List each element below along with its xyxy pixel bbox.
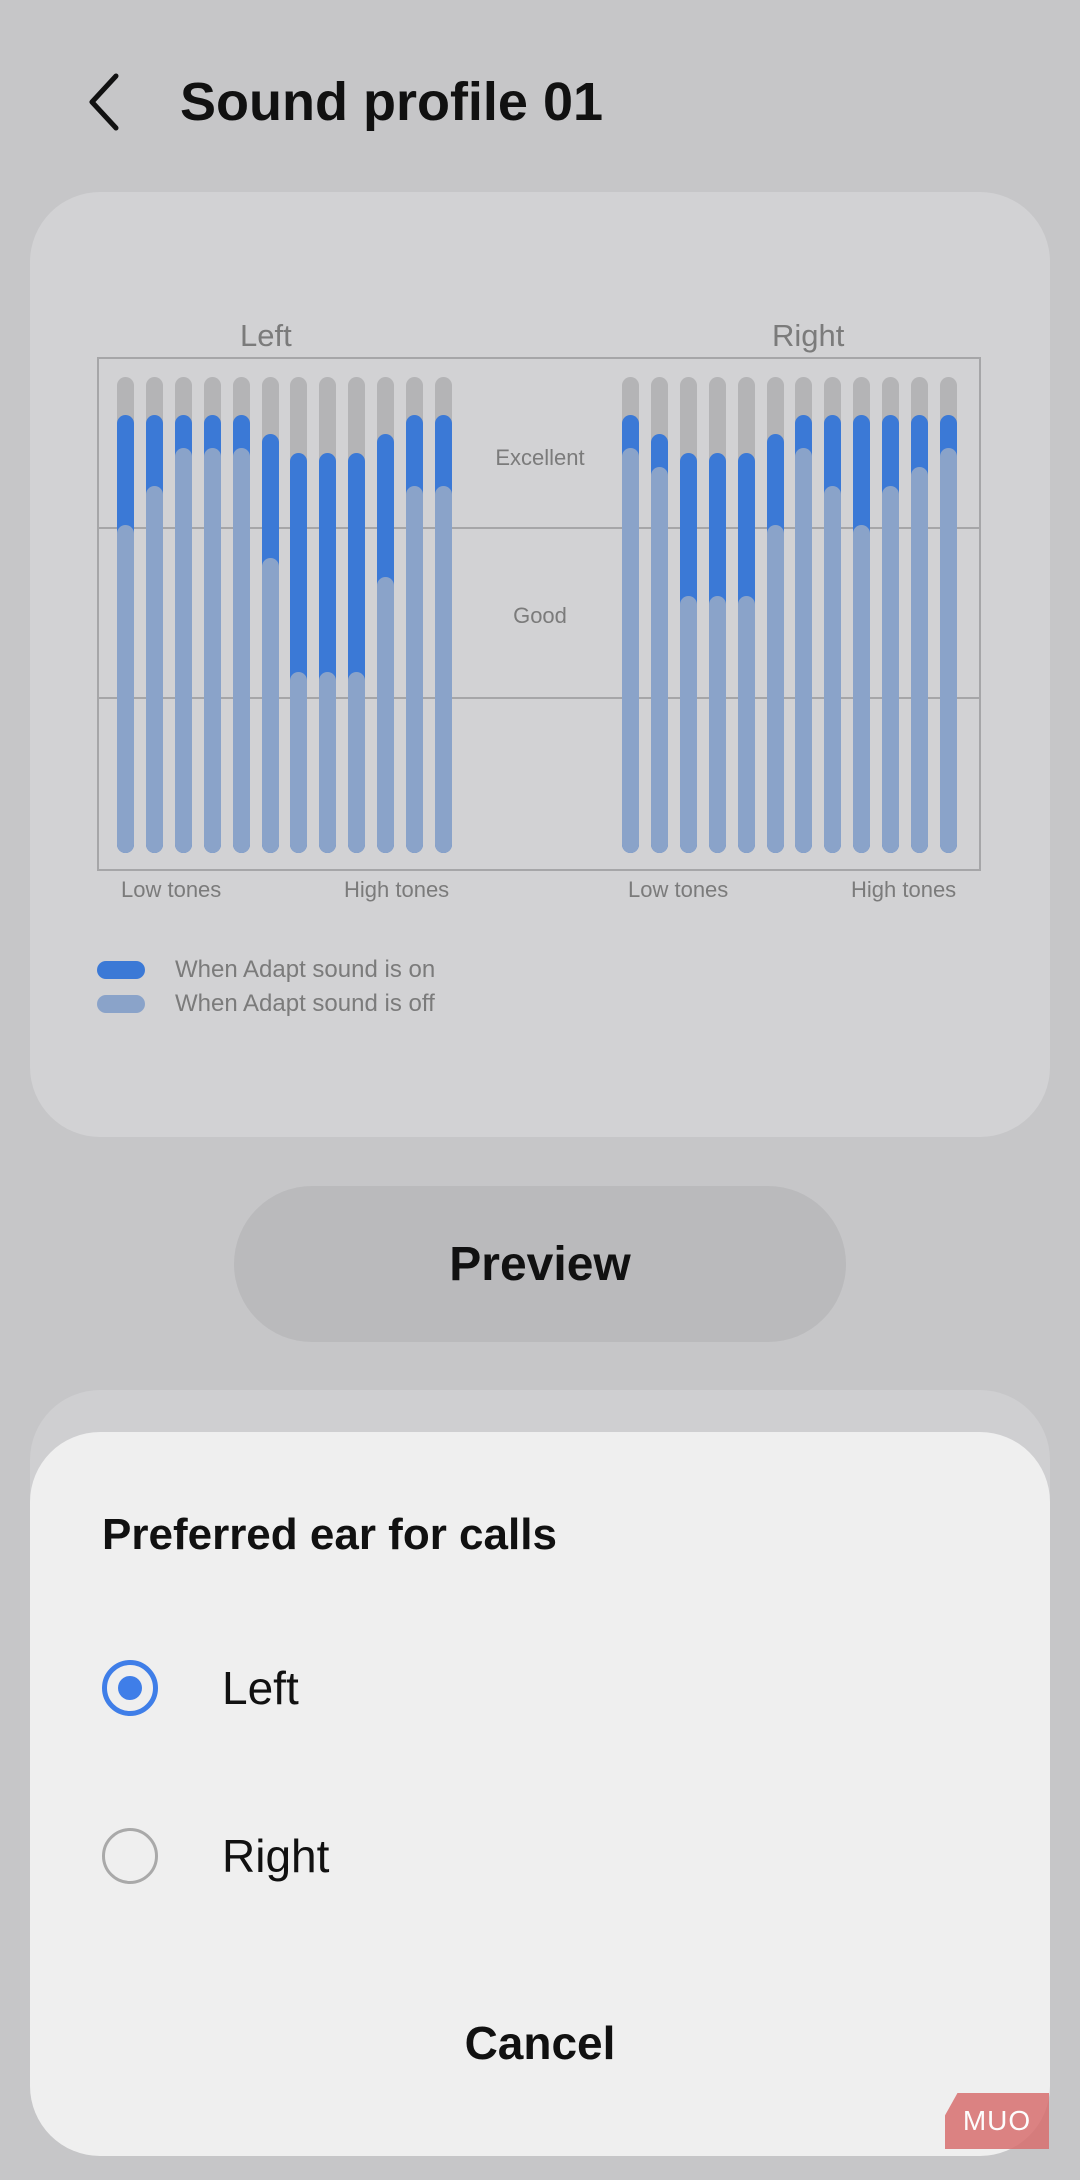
left-bar-off-2 — [146, 486, 163, 853]
band-divider-good — [97, 697, 981, 699]
left-bar-off-4 — [204, 448, 221, 853]
legend-off-label: When Adapt sound is off — [175, 990, 435, 1017]
right-bar-off-5 — [738, 596, 755, 853]
watermark-logo: MUO — [945, 2093, 1049, 2149]
dialog-title: Preferred ear for calls — [102, 1510, 557, 1559]
right-low-tones-label: Low tones — [628, 877, 729, 902]
right-bar-off-7 — [795, 448, 812, 853]
header: Sound profile 01 — [0, 0, 1080, 200]
band-divider-excellent — [97, 527, 981, 529]
right-bar-off-9 — [853, 525, 870, 853]
left-bar-off-5 — [233, 448, 250, 853]
right-ear-label: Right — [772, 318, 845, 353]
left-bar-off-11 — [406, 486, 423, 853]
legend-on-label: When Adapt sound is on — [175, 956, 436, 983]
band-label-excellent: Excellent — [495, 445, 585, 470]
right-bar-off-1 — [622, 448, 639, 853]
right-bar-off-11 — [911, 467, 928, 853]
right-high-tones-label: High tones — [851, 877, 957, 902]
right-bar-off-10 — [882, 486, 899, 853]
page-title: Sound profile 01 — [180, 72, 604, 132]
radio-left[interactable] — [102, 1660, 158, 1716]
left-low-tones-label: Low tones — [121, 877, 222, 902]
right-bar-off-2 — [651, 467, 668, 853]
left-ear-label: Left — [240, 318, 292, 353]
legend-swatch-on — [97, 961, 145, 979]
left-bar-off-10 — [377, 577, 394, 853]
left-bar-off-9 — [348, 672, 365, 853]
chevron-left-icon — [89, 73, 119, 131]
right-bar-off-8 — [824, 486, 841, 853]
right-bar-off-6 — [767, 525, 784, 853]
legend-swatch-off — [97, 995, 145, 1013]
right-bar-off-12 — [940, 448, 957, 853]
right-bar-off-4 — [709, 596, 726, 853]
back-button[interactable] — [80, 68, 132, 136]
cancel-button[interactable]: Cancel — [390, 2010, 690, 2076]
band-label-good: Good — [513, 603, 567, 628]
preview-button[interactable]: Preview — [234, 1186, 846, 1342]
left-bar-off-1 — [117, 525, 134, 853]
left-bar-off-8 — [319, 672, 336, 853]
option-right-label[interactable]: Right — [222, 1829, 329, 1883]
right-bar-off-3 — [680, 596, 697, 853]
left-high-tones-label: High tones — [344, 877, 450, 902]
left-bar-off-6 — [262, 558, 279, 853]
radio-right[interactable] — [102, 1828, 158, 1884]
left-bar-off-3 — [175, 448, 192, 853]
left-bar-off-12 — [435, 486, 452, 853]
left-bar-off-7 — [290, 672, 307, 853]
option-left-label[interactable]: Left — [222, 1661, 299, 1715]
